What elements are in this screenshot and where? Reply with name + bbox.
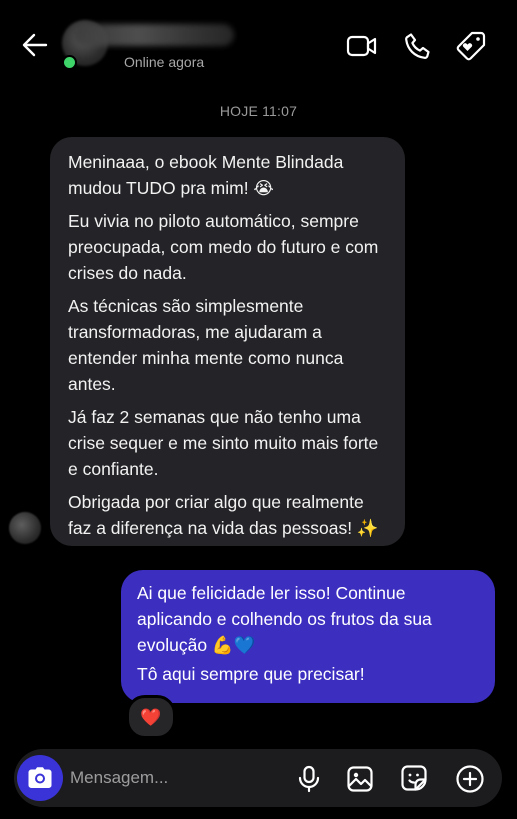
- tag-heart-icon[interactable]: [455, 30, 487, 62]
- message-composer: [14, 749, 502, 807]
- message-paragraph: Tô aqui sempre que precisar!: [137, 664, 365, 684]
- phone-icon[interactable]: [403, 31, 433, 61]
- arrow-left-icon[interactable]: [20, 30, 50, 60]
- camera-icon: [27, 766, 53, 790]
- message-timestamp: HOJE 11:07: [219, 103, 298, 119]
- chat-header: Online agora: [0, 0, 517, 92]
- online-status: Online agora: [124, 54, 205, 70]
- online-indicator: [62, 55, 77, 70]
- message-paragraph: Ai que felicidade ler isso! Continue apl…: [137, 583, 432, 655]
- outgoing-message-bubble[interactable]: Ai que felicidade ler isso! Continue apl…: [121, 570, 495, 703]
- sender-avatar[interactable]: [9, 512, 41, 544]
- video-camera-icon[interactable]: [346, 31, 378, 61]
- heart-reaction[interactable]: ❤️: [126, 695, 176, 739]
- message-paragraph: Meninaaa, o ebook Mente Blindada mudou T…: [68, 152, 344, 198]
- microphone-icon[interactable]: [296, 765, 322, 793]
- camera-button[interactable]: [17, 755, 63, 801]
- message-input[interactable]: [70, 761, 280, 795]
- plus-circle-icon[interactable]: [455, 764, 485, 794]
- incoming-message-bubble[interactable]: Meninaaa, o ebook Mente Blindada mudou T…: [50, 137, 405, 546]
- message-paragraph: Obrigada por criar algo que realmente fa…: [68, 492, 379, 538]
- message-paragraph: As técnicas são simplesmente transformad…: [68, 296, 344, 394]
- sticker-icon[interactable]: [400, 764, 428, 792]
- message-paragraph: Já faz 2 semanas que não tenho uma crise…: [68, 407, 379, 479]
- message-paragraph: Eu vivia no piloto automático, sempre pr…: [68, 211, 379, 283]
- image-icon[interactable]: [346, 765, 374, 793]
- contact-name-redacted[interactable]: [74, 24, 234, 46]
